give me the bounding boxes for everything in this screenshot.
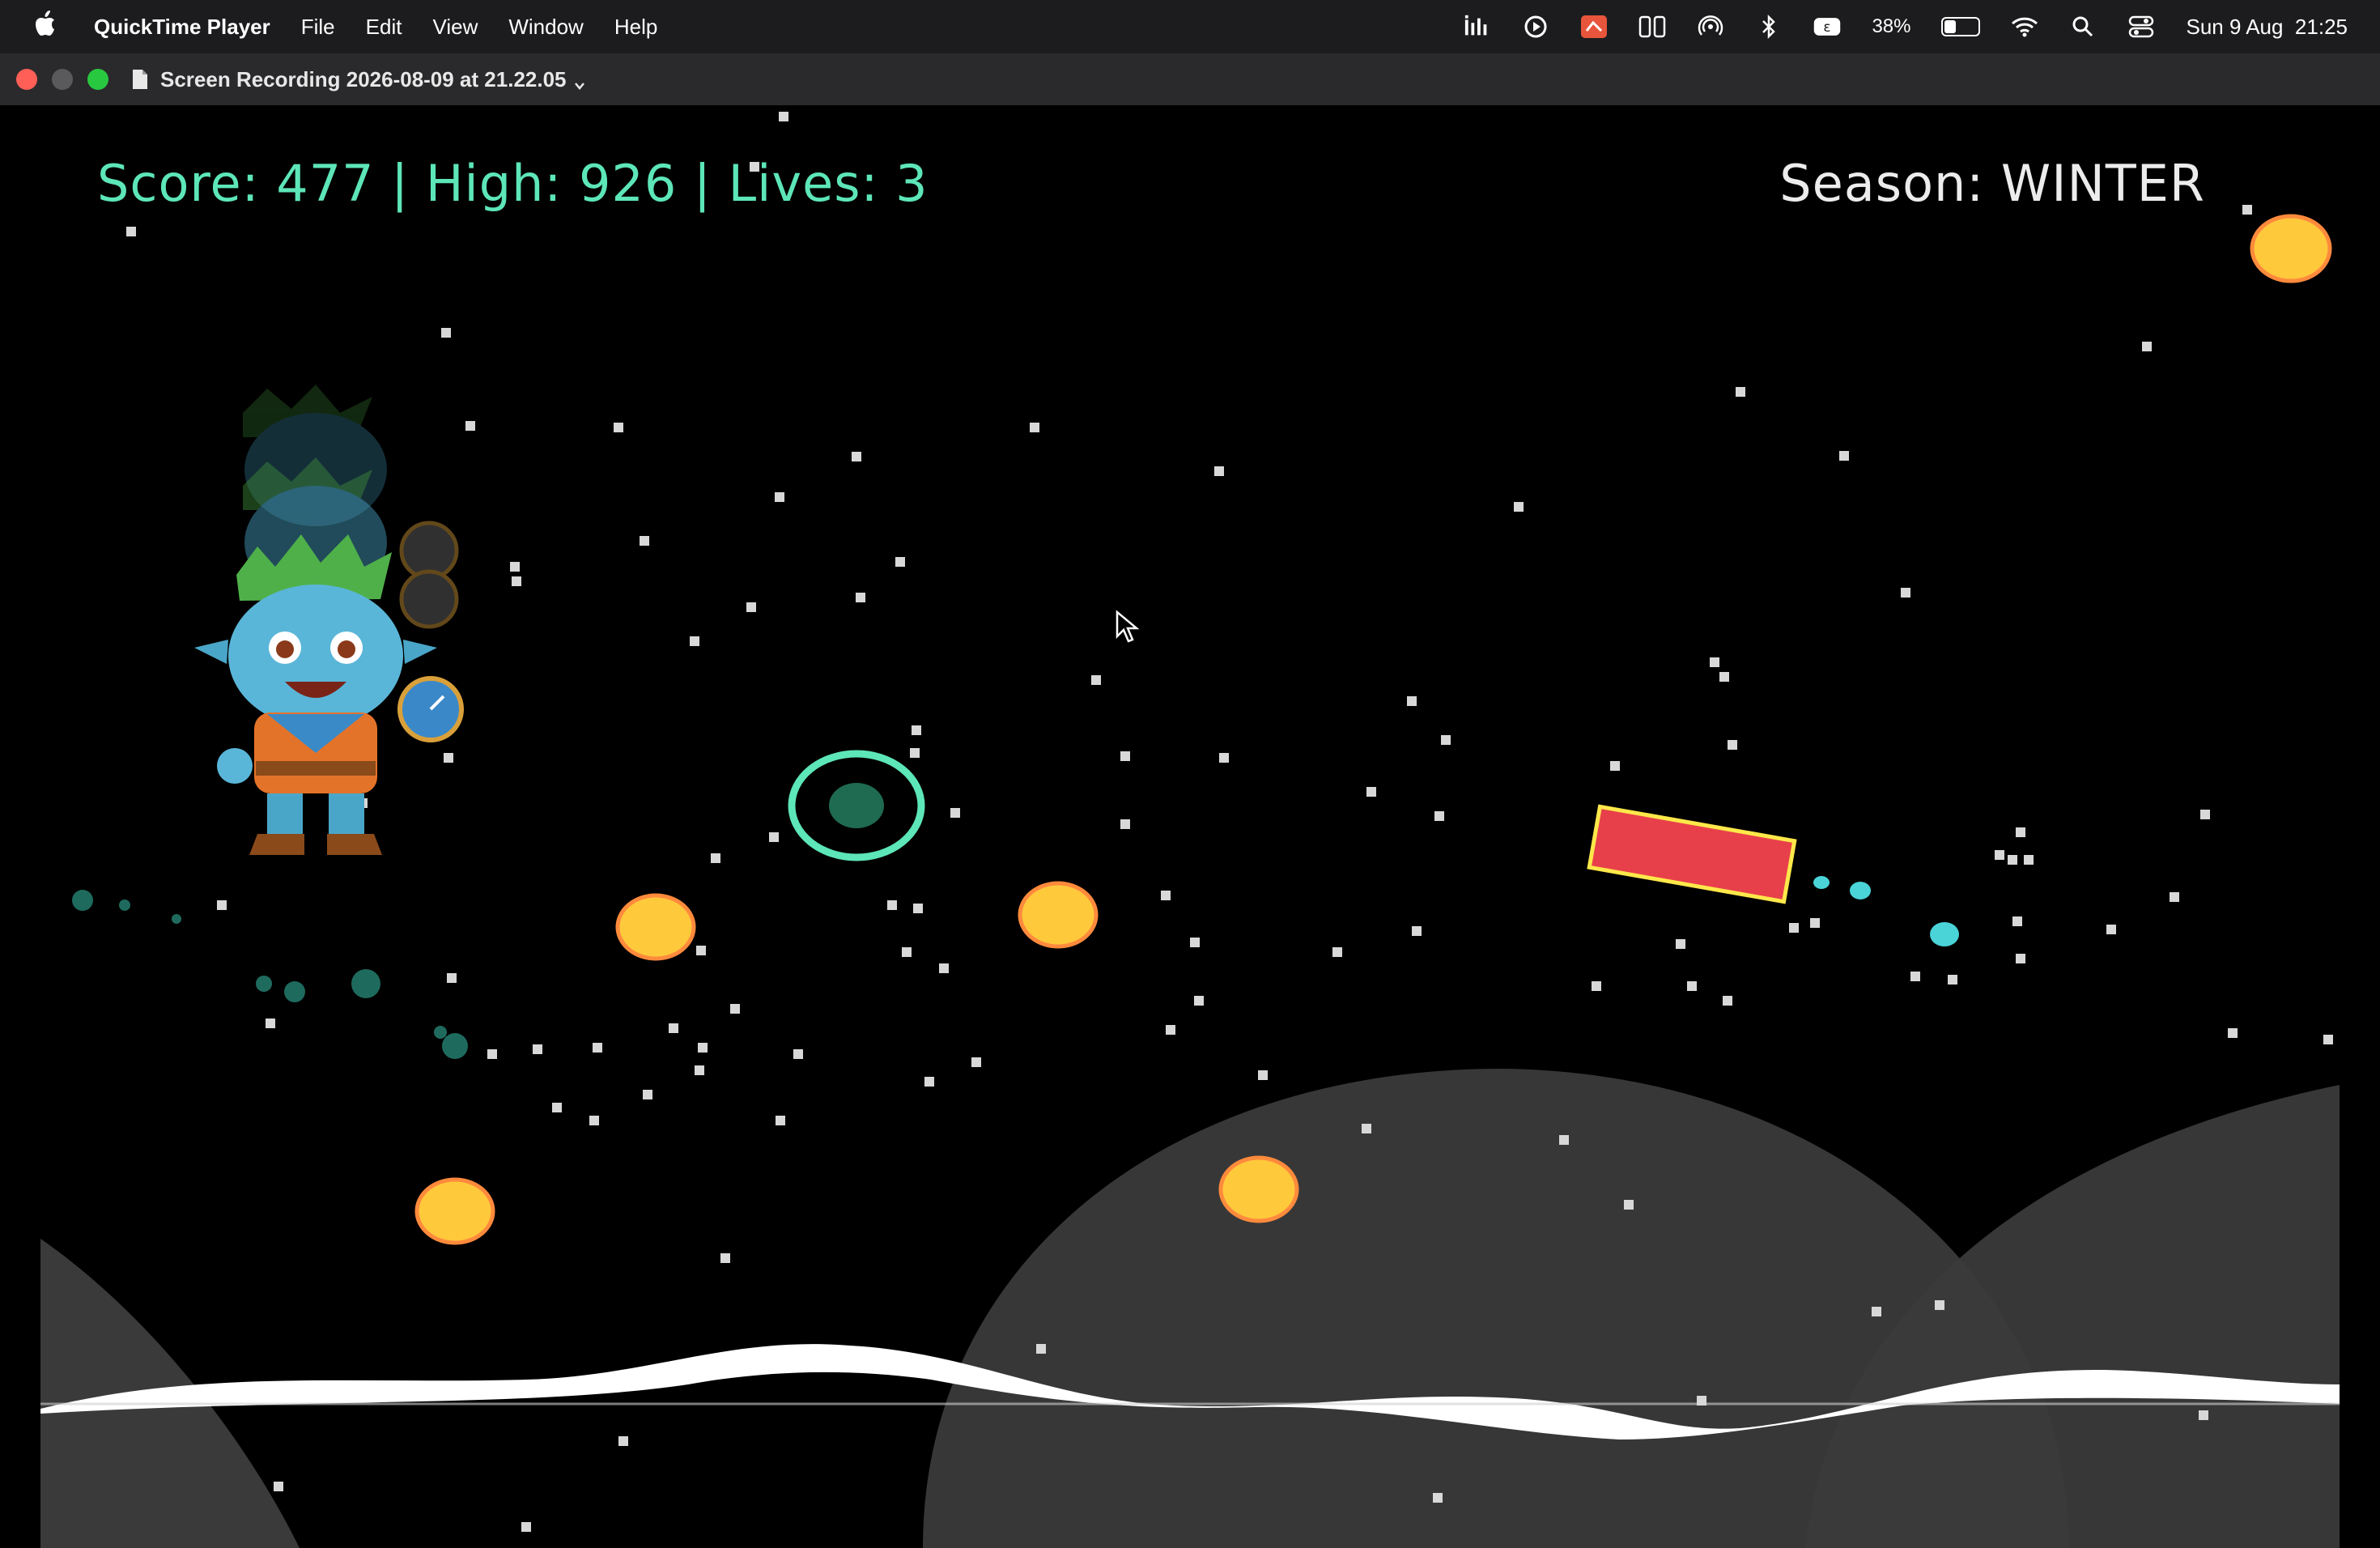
spark-particles (1813, 876, 1959, 946)
menu-help[interactable]: Help (614, 15, 657, 40)
apple-menu-icon[interactable] (32, 10, 60, 45)
game-canvas[interactable]: Score: 477 | High: 926 | Lives: 3 Season… (0, 105, 2380, 1548)
player-character (194, 385, 464, 855)
control-center-icon[interactable] (2127, 13, 2155, 40)
background-hills (40, 1069, 2340, 1548)
minimize-button[interactable] (52, 69, 73, 90)
menubar-clock[interactable]: Sun 9 Aug 21:25 (2186, 15, 2348, 40)
menu-file[interactable]: File (301, 15, 335, 40)
close-button[interactable] (16, 69, 37, 90)
menu-window[interactable]: Window (508, 15, 583, 40)
menu-edit[interactable]: Edit (366, 15, 402, 40)
airdrop-icon[interactable] (1697, 13, 1724, 40)
obstacle-block (1587, 804, 1797, 904)
season-display: Season: WINTER (1779, 154, 2205, 213)
battery-icon[interactable] (1941, 17, 1981, 36)
zoom-button[interactable] (87, 69, 108, 90)
coin (414, 1177, 495, 1245)
search-icon[interactable] (2069, 13, 2097, 40)
window-title[interactable]: Screen Recording 2026-08-09 at 21.22.05 (160, 67, 567, 92)
menu-view[interactable]: View (432, 15, 478, 40)
app-name-menu[interactable]: QuickTime Player (94, 15, 270, 40)
coin (2250, 214, 2332, 283)
portal-ring[interactable] (788, 750, 925, 861)
keyboard-input-icon[interactable]: ɛ (1813, 13, 1841, 40)
coin (1018, 881, 1099, 949)
window-titlebar: Screen Recording 2026-08-09 at 21.22.05 (0, 53, 2380, 105)
mouse-cursor-icon (1116, 610, 1140, 643)
coin (1218, 1155, 1299, 1223)
battery-level (1944, 20, 1957, 33)
screen-mirror-icon[interactable] (1638, 13, 1666, 40)
battery-percent: 38% (1872, 15, 1911, 37)
play-circle-icon[interactable] (1522, 13, 1549, 40)
document-icon (131, 69, 149, 90)
status-area: ɛ 38% Sun 9 Aug 21:25 (1464, 0, 2348, 53)
wifi-icon[interactable] (2011, 13, 2038, 40)
stats-icon[interactable] (1464, 13, 1491, 40)
game-scene (40, 112, 2340, 1548)
bluetooth-icon[interactable] (1755, 13, 1783, 40)
coin (615, 893, 696, 961)
chevron-down-icon[interactable] (573, 73, 586, 90)
trail-particles (72, 890, 468, 1059)
menu-bar: QuickTime Player File Edit View Window H… (0, 0, 2380, 53)
score-display: Score: 477 | High: 926 | Lives: 3 (97, 154, 929, 213)
app-badge-icon[interactable] (1580, 13, 1608, 40)
svg-text:ɛ: ɛ (1824, 19, 1831, 36)
